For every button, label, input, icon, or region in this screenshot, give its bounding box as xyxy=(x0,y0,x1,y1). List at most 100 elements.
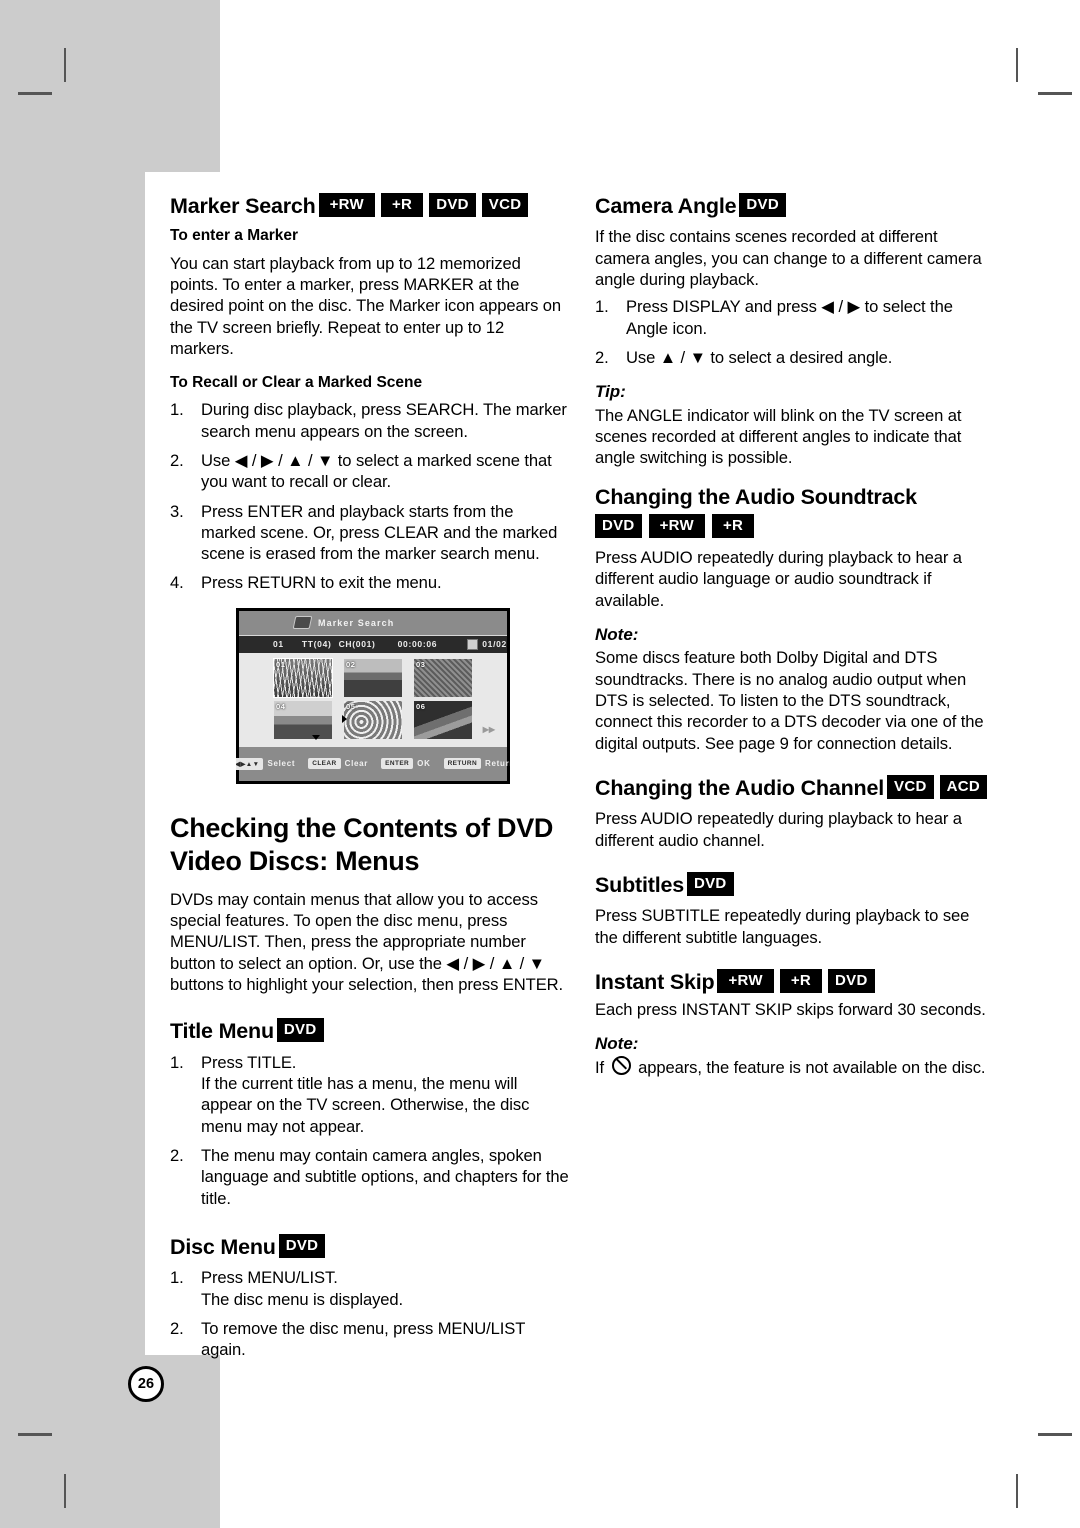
osd-thumbnail-label: 04 xyxy=(276,701,286,711)
osd-action-label: OK xyxy=(417,759,431,769)
badge-dvd: DVD xyxy=(278,1233,326,1258)
osd-marker-number: 01 xyxy=(273,639,284,650)
audio-channel-heading: Changing the Audio Channel VCD ACD xyxy=(595,774,995,801)
instant-skip-note-prefix: If xyxy=(595,1058,605,1078)
two-column-layout: Marker Search +RW +R DVD VCD To enter a Mark… xyxy=(170,192,1030,1375)
page-number-badge: 26 xyxy=(128,1366,164,1402)
badge-plus-rw: +RW xyxy=(318,193,375,217)
title-menu-heading: Title Menu DVD xyxy=(170,1017,570,1044)
audio-soundtrack-body: Press AUDIO repeatedly during playback t… xyxy=(595,548,962,610)
camera-angle-steps: Press DISPLAY and press ◀ / ▶ to select … xyxy=(595,296,995,368)
key-cap-icon: ◀▶▲▼ xyxy=(236,757,264,770)
osd-thumbnail[interactable]: 06 xyxy=(414,700,472,739)
tip-label: Tip: xyxy=(595,382,626,402)
disc-menu-heading: Disc Menu DVD xyxy=(170,1233,570,1260)
instant-skip-heading-text: Instant Skip xyxy=(595,970,715,995)
badge-dvd: DVD xyxy=(687,872,734,897)
list-item: The menu may contain camera angles, spok… xyxy=(170,1145,569,1208)
list-item: Press TITLE. If the current title has a m… xyxy=(170,1052,530,1136)
instant-skip-note-body: If appears, the feature is not available… xyxy=(595,1056,995,1078)
menus-section-body: DVDs may contain menus that allow you to… xyxy=(170,889,564,994)
badge-dvd: DVD xyxy=(595,514,642,539)
osd-statusbar: 01 TT(04) CH(001) 00:00:06 01/02 xyxy=(239,635,507,653)
title-menu-heading-text: Title Menu xyxy=(170,1019,274,1044)
right-column: Camera Angle DVD If the disc contains sce… xyxy=(595,192,995,1375)
badge-plus-rw: +RW xyxy=(648,514,705,539)
crop-mark-bottom-right-horizontal xyxy=(1038,1433,1072,1436)
osd-action-bar: ◀▶▲▼ Select CLEAR Clear ENTER OK RETURN … xyxy=(236,746,510,781)
list-item: Use ◀ / ▶ / ▲ / ▼ to select a marked sce… xyxy=(170,450,552,492)
badge-dvd: DVD xyxy=(276,1018,324,1043)
osd-thumbnail[interactable]: 02 xyxy=(344,658,402,697)
cursor-down-icon xyxy=(312,734,320,740)
to-recall-or-clear-subheading: To Recall or Clear a Marked Scene xyxy=(170,374,423,392)
osd-thumbnail[interactable]: 05 xyxy=(344,700,402,739)
audio-soundtrack-heading: Changing the Audio Soundtrack xyxy=(595,483,995,510)
osd-elapsed-time: 00:00:06 xyxy=(397,639,438,650)
subtitles-body: Press SUBTITLE repeatedly during playbac… xyxy=(595,906,970,947)
note-label: Note: xyxy=(595,625,639,645)
page-icon xyxy=(467,638,479,650)
crop-mark-top-right-horizontal xyxy=(1038,92,1072,95)
menus-section-heading: Checking the Contents of DVD Video Discs… xyxy=(170,812,554,877)
badge-dvd: DVD xyxy=(828,969,875,994)
osd-action-label: Clear xyxy=(344,759,369,769)
disc-icon xyxy=(292,616,313,630)
list-item: Press RETURN to exit the menu. xyxy=(170,572,442,594)
osd-action-label: Return xyxy=(485,759,510,769)
osd-thumbnail[interactable]: 04 xyxy=(274,700,332,739)
badge-plus-r: +R xyxy=(381,193,424,217)
osd-frame: Marker Search 01 TT(04) CH(001) 00:00:06… xyxy=(236,610,510,781)
osd-window-title: Marker Search xyxy=(318,617,395,628)
page-gray-plate-spine xyxy=(0,172,145,1355)
osd-thumbnail-label: 03 xyxy=(416,659,426,669)
subtitles-heading: Subtitles DVD xyxy=(595,871,995,898)
badge-vcd: VCD xyxy=(481,193,529,217)
title-menu-steps: Press TITLE. If the current title has a m… xyxy=(170,1052,570,1209)
badge-dvd: DVD xyxy=(429,193,476,217)
list-item: Use ▲ / ▼ to select a desired angle. xyxy=(595,347,893,369)
badge-plus-r: +R xyxy=(711,514,755,539)
osd-action-ok[interactable]: ENTER OK xyxy=(381,758,431,770)
prohibition-icon xyxy=(611,1056,631,1076)
osd-action-select[interactable]: ◀▶▲▼ Select xyxy=(236,757,295,770)
list-item: Press DISPLAY and press ◀ / ▶ to select … xyxy=(595,296,953,338)
audio-channel-body: Press AUDIO repeatedly during playback t… xyxy=(595,809,962,850)
list-item: Press MENU/LIST. The disc menu is display… xyxy=(170,1267,404,1309)
osd-thumbnail[interactable]: 03 xyxy=(414,658,472,697)
key-cap-icon: CLEAR xyxy=(308,758,341,770)
camera-angle-heading-text: Camera Angle xyxy=(595,194,737,219)
audio-soundtrack-heading-text: Changing the Audio Soundtrack xyxy=(595,484,917,509)
badge-vcd: VCD xyxy=(887,774,934,799)
osd-page-indicator: 01/02 xyxy=(482,639,507,650)
osd-thumbnail-label: 05 xyxy=(346,701,356,711)
osd-action-clear[interactable]: CLEAR Clear xyxy=(308,758,369,770)
subtitles-heading-text: Subtitles xyxy=(595,873,684,898)
page-gray-plate-bottom xyxy=(0,1355,220,1528)
marker-search-osd-screenshot: Marker Search 01 TT(04) CH(001) 00:00:06… xyxy=(236,607,510,784)
camera-angle-body: If the disc contains scenes recorded at … xyxy=(595,227,982,290)
osd-thumbnail[interactable]: 01 xyxy=(273,657,333,698)
instant-skip-body: Each press INSTANT SKIP skips forward 30… xyxy=(595,999,986,1019)
to-enter-a-marker-subheading: To enter a Marker xyxy=(170,227,299,245)
disc-menu-steps: Press MENU/LIST. The disc menu is display… xyxy=(170,1267,570,1360)
crop-mark-bottom-left-vertical xyxy=(64,1474,66,1508)
osd-thumbnail-label: 02 xyxy=(346,659,356,669)
page-gray-plate-top xyxy=(0,0,220,172)
marker-search-heading: Marker Search +RW +R DVD VCD xyxy=(170,192,570,219)
crop-mark-bottom-left-horizontal xyxy=(18,1433,52,1436)
osd-action-return[interactable]: RETURN Return xyxy=(443,758,510,770)
badge-dvd: DVD xyxy=(739,193,786,217)
audio-channel-heading-text: Changing the Audio Channel xyxy=(595,776,885,801)
recall-clear-steps: During disc playback, press SEARCH. The … xyxy=(170,399,570,594)
disc-menu-heading-text: Disc Menu xyxy=(170,1235,276,1260)
key-cap-icon: ENTER xyxy=(381,758,414,770)
crop-mark-bottom-right-vertical xyxy=(1016,1474,1018,1508)
list-item: Press ENTER and playback starts from the… xyxy=(170,501,558,564)
note-label: Note: xyxy=(595,1033,639,1053)
osd-titlebar: Marker Search xyxy=(239,610,507,636)
osd-chapter-number: CH(001) xyxy=(338,639,376,650)
to-enter-a-marker-body: You can start playback from up to 12 mem… xyxy=(170,253,562,358)
osd-thumbnail-label: 06 xyxy=(416,701,426,711)
list-item: During disc playback, press SEARCH. The … xyxy=(170,399,567,441)
